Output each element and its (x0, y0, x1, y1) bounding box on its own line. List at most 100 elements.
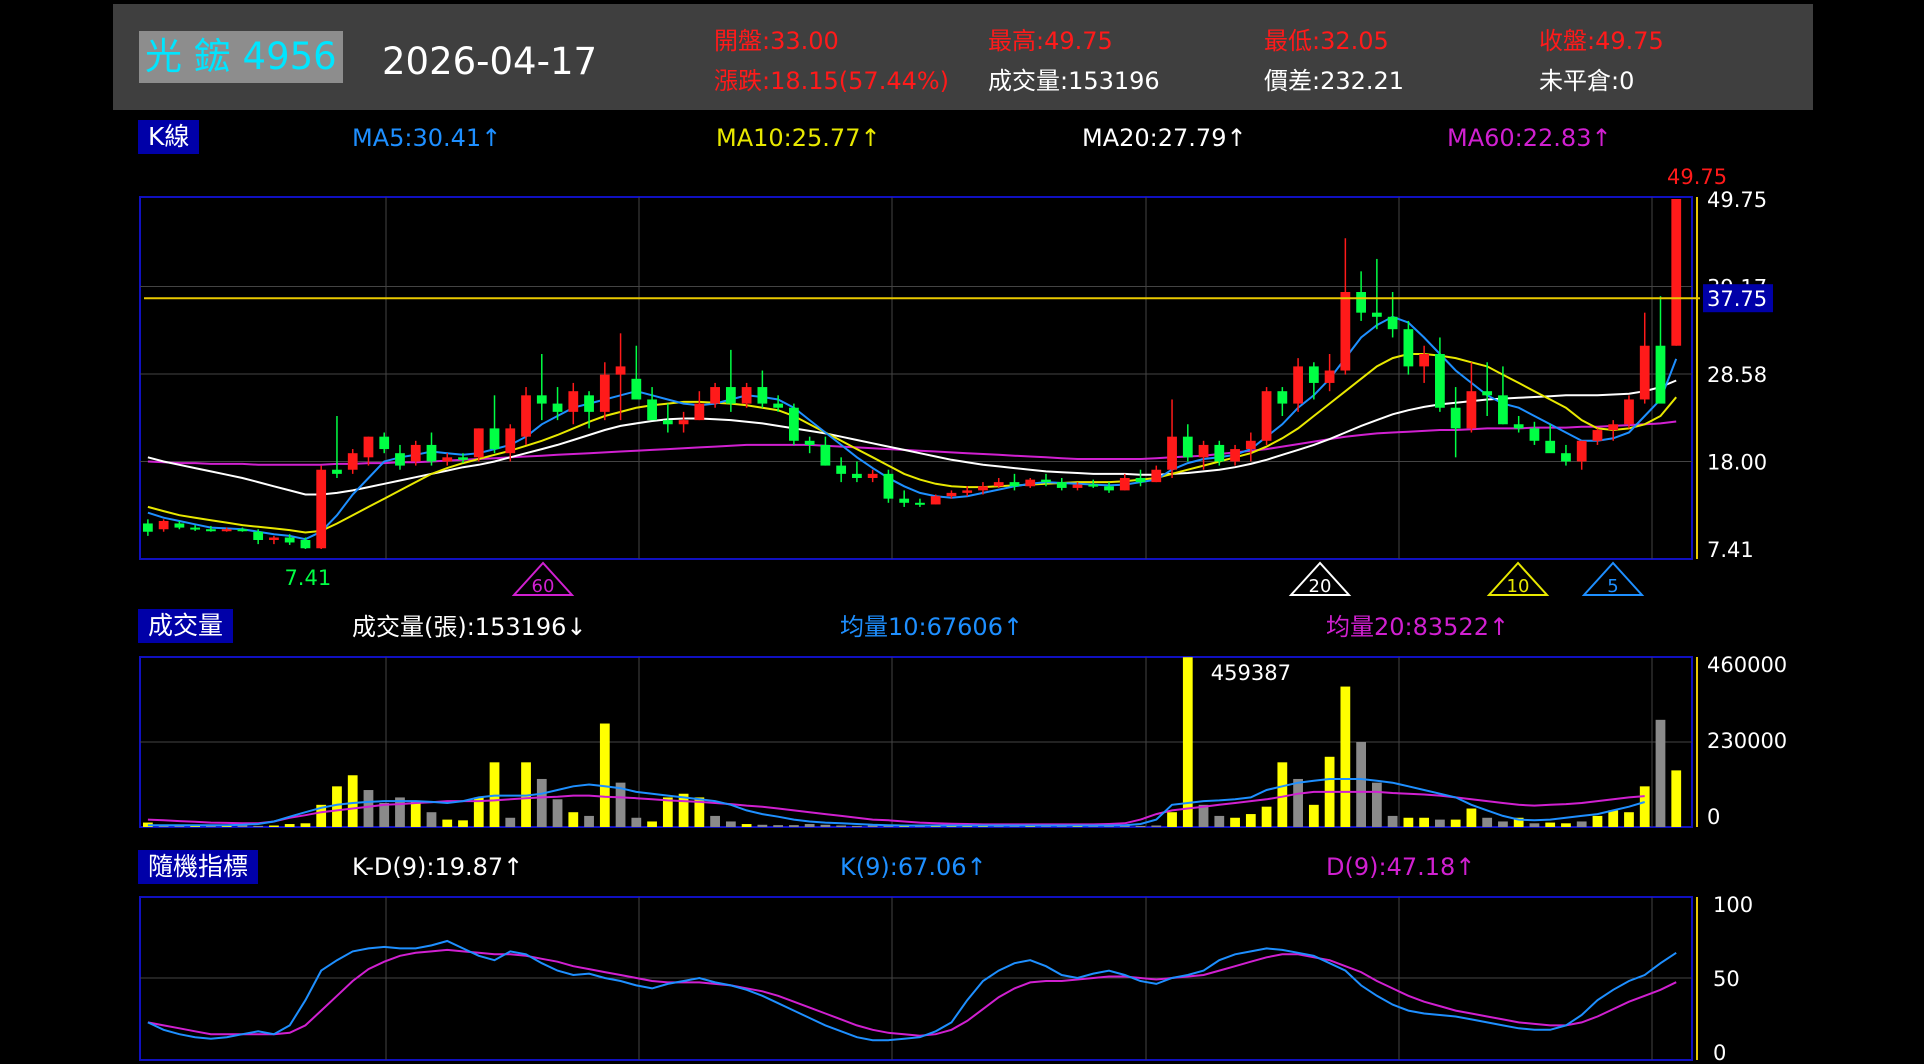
candle-body (363, 436, 374, 458)
candle-body (662, 420, 673, 425)
volume-bar (1419, 817, 1430, 827)
volume-bar (1403, 817, 1414, 827)
volume-bar (269, 825, 279, 827)
volume-bar (1371, 782, 1382, 827)
volume-bar (710, 815, 720, 827)
volume-bar (852, 825, 862, 827)
candle-body (1214, 444, 1225, 462)
candle-body (1119, 477, 1130, 491)
candle-body (1167, 436, 1177, 470)
candle-body (694, 403, 705, 421)
volume-bar (1498, 821, 1508, 827)
volume-bar (1576, 821, 1587, 827)
volume-bar (725, 821, 736, 827)
candle-body (1041, 479, 1051, 483)
candle-body (678, 420, 689, 425)
candle-body (883, 473, 894, 499)
volume-bar (647, 821, 657, 827)
ma-period-label: 10 (1507, 576, 1530, 597)
candle-body (1056, 482, 1067, 488)
volume-bar (1608, 810, 1619, 827)
candle-body (993, 482, 1004, 487)
candle-body (867, 473, 878, 478)
candle-body (1387, 316, 1398, 330)
candle-body (757, 387, 768, 404)
candle-body (1482, 391, 1493, 396)
volume-bar (1435, 819, 1445, 827)
volume-bar (773, 825, 784, 827)
volume-bar (1561, 823, 1571, 827)
volume-bar (442, 819, 453, 827)
candle-body (930, 496, 941, 505)
candle-body (442, 457, 453, 462)
candle-body (899, 498, 910, 503)
volume-bar (1545, 822, 1556, 827)
candle-body (1198, 444, 1209, 458)
candle-body (647, 399, 657, 421)
volume-bar (1151, 825, 1162, 827)
candle-body (615, 366, 626, 375)
volume-bar (599, 723, 610, 827)
candle-body (599, 374, 610, 412)
kline-y-tick: 28.58 (1707, 363, 1767, 387)
volume-bar (1198, 804, 1209, 827)
d-line (147, 948, 1677, 1037)
max-price-marker: 49.75 (1667, 165, 1727, 189)
candle-body (710, 387, 720, 404)
candle-body (1529, 428, 1540, 441)
candle-body (489, 428, 500, 450)
min-price-marker: 7.41 (284, 566, 331, 590)
candle-body (1104, 486, 1114, 491)
volume-bar (253, 825, 264, 827)
volume-bar (458, 820, 468, 827)
candle-body (1498, 395, 1508, 425)
candle-body (174, 523, 185, 528)
candle-body (789, 407, 799, 441)
volume-bar (284, 824, 295, 827)
candle-body (1655, 345, 1666, 404)
candle-body (379, 436, 390, 450)
volume-bar (426, 812, 437, 827)
candle-body (284, 537, 295, 543)
candle-body (804, 440, 815, 445)
current-price-value: 37.75 (1707, 287, 1767, 311)
candle-body (1513, 424, 1524, 429)
candle-body (1466, 391, 1477, 429)
candle-body (741, 387, 752, 404)
volume-bar (631, 817, 642, 827)
candle-body (1293, 366, 1303, 404)
volume-bar (1592, 815, 1603, 827)
kd-y-tick: 100 (1713, 893, 1753, 917)
candle-body (1545, 440, 1556, 454)
candle-body (1671, 199, 1682, 346)
volume-bar (1277, 762, 1288, 827)
volume-bar (1214, 815, 1225, 827)
ma10-line (147, 353, 1677, 534)
kline-y-tick: 18.00 (1707, 450, 1767, 474)
volume-bar (1230, 817, 1240, 827)
volume-bar (332, 786, 342, 827)
candle-body (269, 537, 279, 540)
candle-body (1356, 291, 1367, 313)
candle-body (221, 529, 232, 532)
candle-body (536, 395, 547, 404)
volume-bar (1135, 825, 1146, 827)
volume-bar (1293, 778, 1303, 827)
candle-body (347, 453, 358, 470)
candle-body (1009, 482, 1020, 487)
candle-body (1592, 430, 1603, 441)
volume-y-tick: 460000 (1707, 653, 1787, 677)
volume-y-tick: 0 (1707, 805, 1720, 829)
volume-bar (584, 815, 594, 827)
volume-bar (347, 775, 358, 827)
candle-body (962, 490, 973, 493)
candle-body (1371, 312, 1382, 317)
ma5-line (147, 315, 1678, 541)
volume-peak-label: 459387 (1211, 661, 1291, 685)
candle-body (1419, 353, 1430, 367)
candle-body (836, 465, 847, 474)
volume-bar (568, 812, 579, 827)
kd-y-tick: 50 (1713, 967, 1740, 991)
volume-bar (410, 801, 421, 827)
candle-body (316, 469, 327, 549)
